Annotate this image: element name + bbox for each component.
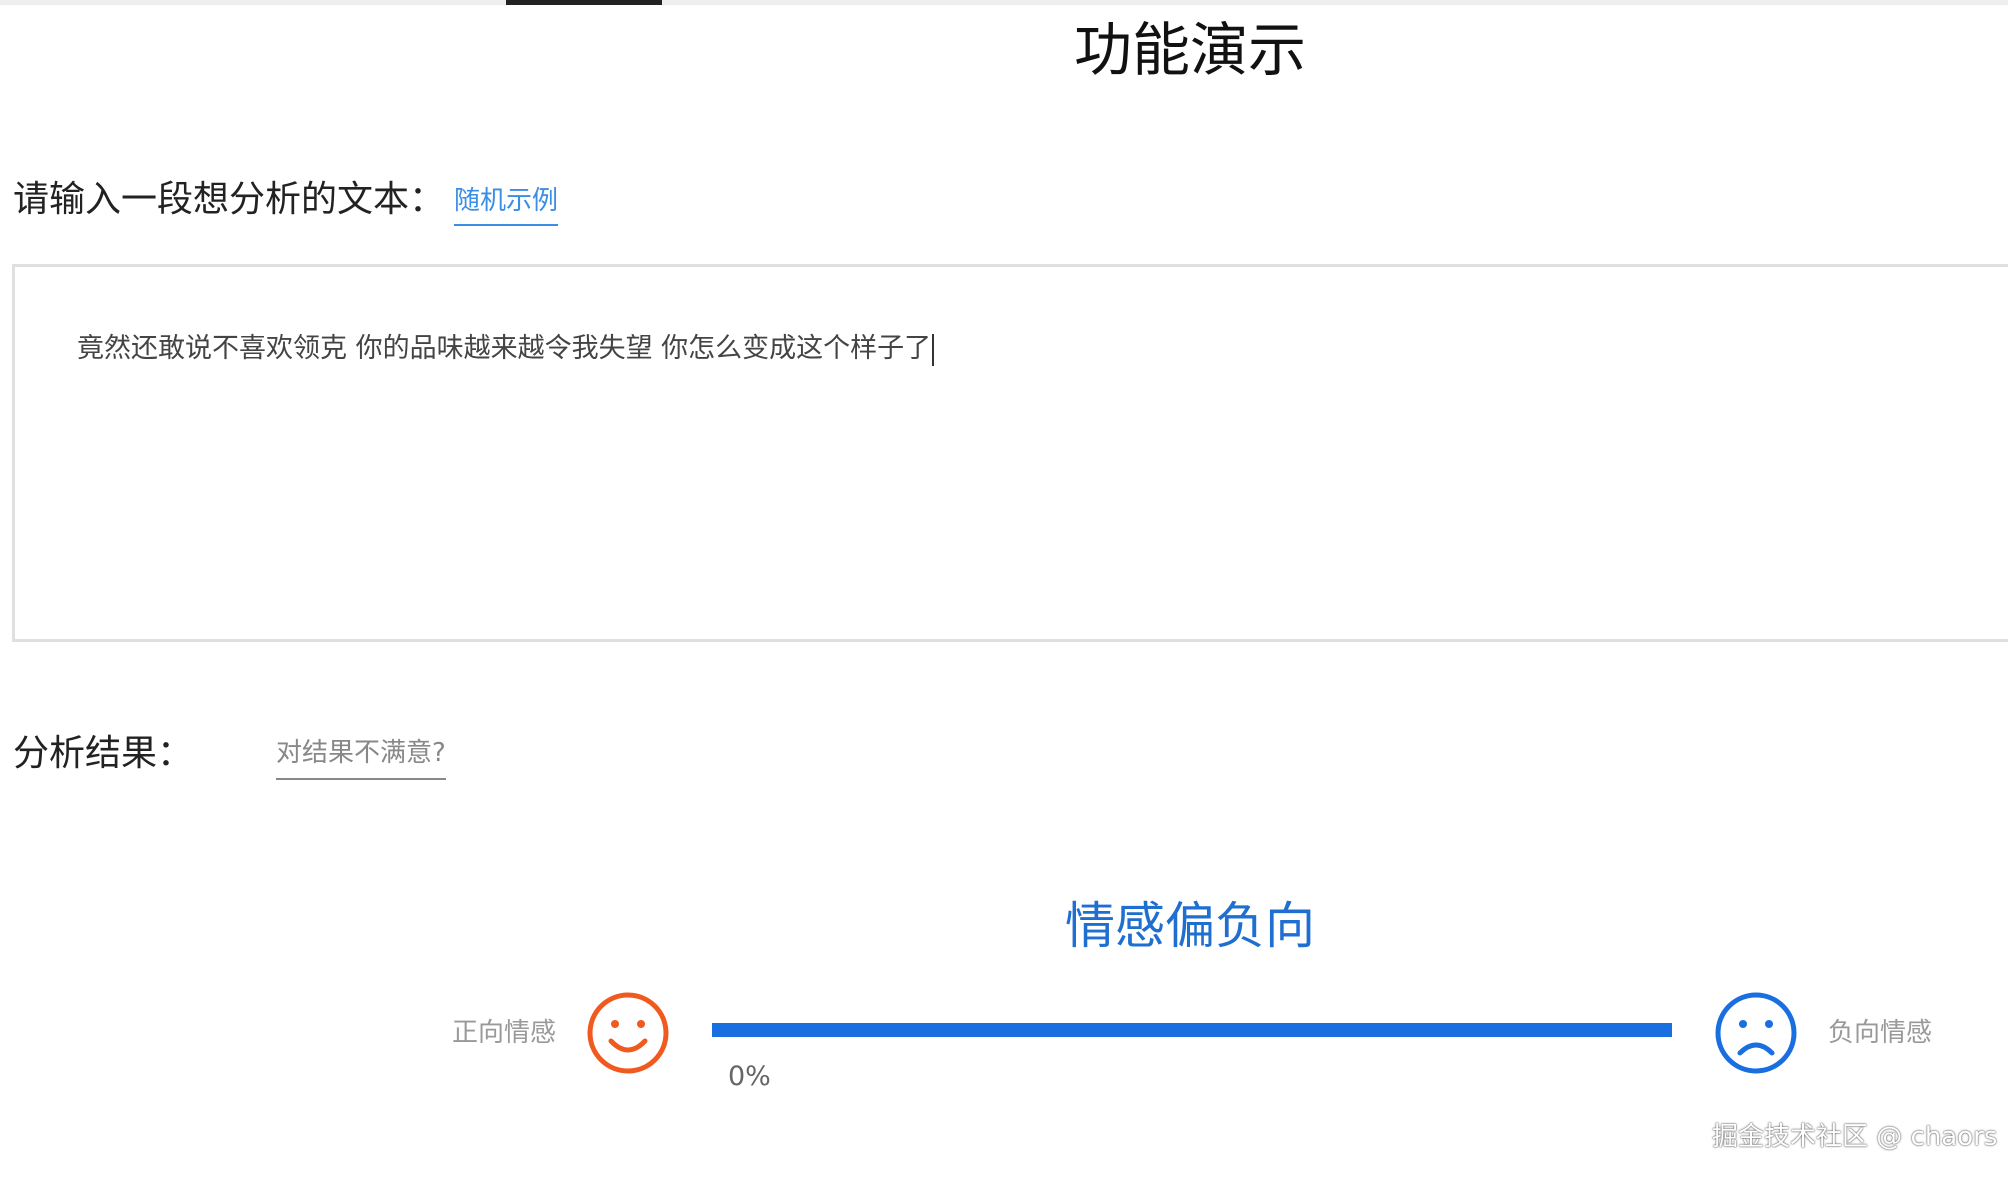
random-example-link[interactable]: 随机示例	[454, 182, 559, 226]
text-input-area[interactable]: 竟然还敢说不喜欢领克 你的品味越来越令我失望 你怎么变成这个样子了	[12, 264, 2008, 642]
positive-sentiment-label: 正向情感	[452, 1018, 557, 1048]
sad-face-icon	[1715, 992, 1797, 1074]
text-caret	[932, 333, 935, 366]
page-title: 功能演示	[1073, 16, 1306, 84]
watermark: 掘金技术社区 @ chaors	[1712, 1122, 1998, 1152]
smile-face-icon	[587, 992, 669, 1074]
result-label: 分析结果：	[13, 733, 194, 774]
active-tab-indicator	[506, 0, 662, 5]
positive-percent: 0%	[728, 1061, 771, 1092]
text-input-content[interactable]: 竟然还敢说不喜欢领克 你的品味越来越令我失望 你怎么变成这个样子了	[77, 329, 935, 369]
negative-sentiment-label: 负向情感	[1828, 1018, 1933, 1048]
feedback-link[interactable]: 对结果不满意?	[276, 734, 446, 780]
sentiment-bar	[712, 1023, 1672, 1037]
sentiment-result-text: 情感偏负向	[1065, 897, 1315, 955]
top-border	[0, 0, 2008, 5]
text-input-value: 竟然还敢说不喜欢领克 你的品味越来越令我失望 你怎么变成这个样子了	[77, 333, 932, 364]
input-prompt-label: 请输入一段想分析的文本：	[13, 179, 446, 220]
